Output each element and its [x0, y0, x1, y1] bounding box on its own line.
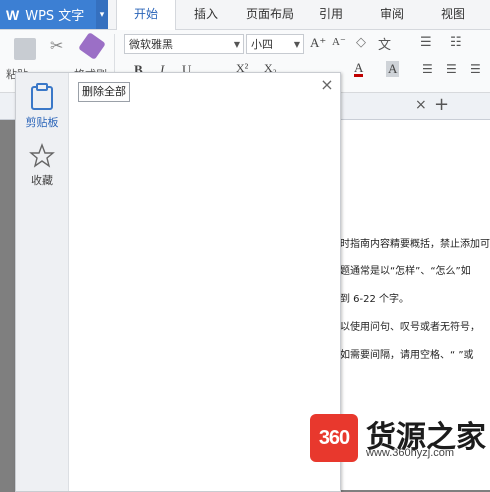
wps-logo: W — [6, 6, 20, 23]
font-name-value: 微软雅黑 — [129, 38, 173, 51]
sidebar-item-label: 剪贴板 — [25, 116, 59, 129]
app-menu-dropdown-icon[interactable]: ▾ — [96, 0, 108, 29]
document-line: 题通常是以“怎样”、“怎么”如 — [340, 266, 471, 277]
new-tab-button[interactable]: + — [434, 94, 449, 115]
tab-view[interactable]: 视图 — [428, 0, 478, 29]
star-icon — [29, 143, 55, 168]
align-left-icon[interactable]: ☰ — [422, 62, 433, 76]
watermark-logo: 360 — [310, 414, 358, 462]
sidebar-item-label: 收藏 — [31, 174, 53, 187]
font-name-select[interactable]: 微软雅黑 ▼ — [124, 34, 244, 54]
font-color-button[interactable]: A — [354, 61, 364, 77]
align-right-icon[interactable]: ☰ — [470, 62, 481, 76]
tab-references[interactable]: 引用 — [306, 0, 356, 29]
shrink-font-button[interactable]: A⁻ — [332, 35, 346, 48]
highlight-button[interactable]: A — [386, 61, 400, 77]
numbering-icon[interactable]: ☷ — [450, 35, 462, 50]
chevron-down-icon: ▼ — [233, 40, 240, 49]
font-size-select[interactable]: 小四 ▼ — [246, 34, 304, 54]
tab-insert[interactable]: 插入 — [180, 0, 232, 29]
chevron-down-icon: ▼ — [293, 40, 300, 49]
tab-home[interactable]: 开始 — [116, 0, 176, 30]
pinyin-button[interactable]: 文 — [378, 34, 391, 53]
clipboard-icon — [31, 83, 53, 110]
document-line: 到 6-22 个字。 — [340, 294, 410, 305]
watermark-url: www.360hyzj.com — [366, 447, 455, 459]
tab-review[interactable]: 审阅 — [366, 0, 418, 29]
app-title: WPS 文字 — [25, 9, 85, 24]
document-line: 以使用问句、叹号或者无符号， — [340, 322, 480, 333]
close-document-tab-icon[interactable]: × — [415, 97, 427, 113]
grow-font-button[interactable]: A⁺ — [310, 35, 326, 51]
clear-format-icon[interactable]: ◇ — [356, 35, 366, 50]
bullets-icon[interactable]: ☰ — [420, 35, 432, 50]
align-center-icon[interactable]: ☰ — [446, 62, 457, 76]
document-line: 如需要间隔，请用空格、“ ”或 — [340, 350, 474, 361]
close-icon[interactable]: × — [319, 77, 335, 94]
sidebar-item-favorites[interactable]: 收藏 — [16, 143, 68, 188]
sidebar-item-clipboard[interactable]: 剪贴板 — [16, 83, 68, 130]
delete-all-button[interactable]: 删除全部 — [78, 82, 130, 102]
font-size-value: 小四 — [251, 38, 273, 51]
wps-menu-button[interactable]: W WPS 文字 — [0, 0, 96, 29]
cut-icon[interactable]: ✂ — [50, 36, 63, 55]
tab-page-layout[interactable]: 页面布局 — [238, 0, 302, 29]
panel-sidebar — [16, 73, 69, 491]
document-line: 时指南内容精要概括，禁止添加可 — [340, 239, 490, 250]
paste-icon[interactable] — [14, 38, 36, 60]
clipboard-panel: 剪贴板 收藏 删除全部 × — [15, 72, 341, 492]
